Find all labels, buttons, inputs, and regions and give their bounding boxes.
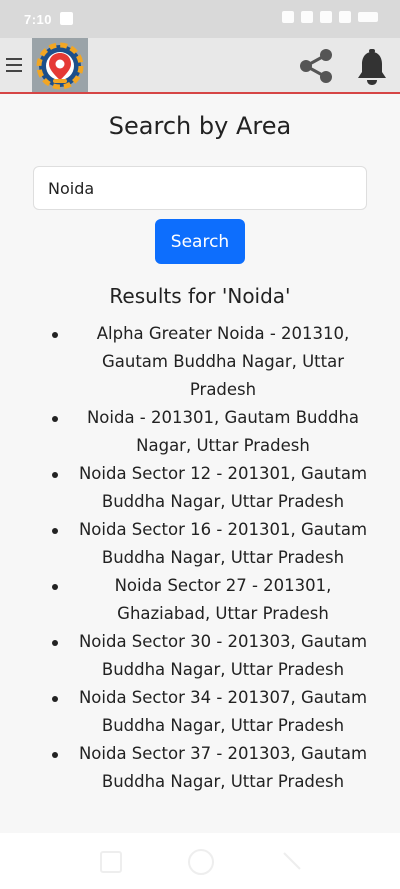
result-item: Noida Sector 37 - 201303, Gautam Buddha … [0, 740, 400, 796]
notification-icon [60, 12, 73, 25]
data-icon [301, 11, 313, 23]
system-nav-bar [0, 833, 400, 889]
result-item: Noida Sector 34 - 201307, Gautam Buddha … [0, 684, 400, 740]
recents-button[interactable] [100, 851, 122, 873]
notifications-button[interactable] [354, 48, 390, 86]
result-item: Noida Sector 12 - 201301, Gautam Buddha … [0, 460, 400, 516]
search-button[interactable]: Search [155, 219, 245, 264]
area-search-input[interactable] [33, 166, 367, 210]
results-list: Alpha Greater Noida - 201310, Gautam Bud… [0, 320, 400, 796]
bell-icon [358, 49, 386, 85]
hamburger-icon [6, 58, 26, 72]
status-time: 7:10 [24, 12, 53, 27]
signal-icon [339, 11, 351, 23]
result-item: Noida - 201301, Gautam Buddha Nagar, Utt… [0, 404, 400, 460]
result-item: Noida Sector 30 - 201303, Gautam Buddha … [0, 628, 400, 684]
app-logo[interactable] [32, 38, 88, 92]
battery-icon [358, 12, 378, 22]
back-button[interactable] [280, 849, 304, 873]
share-button[interactable] [296, 46, 336, 86]
page-title: Search by Area [108, 112, 292, 140]
status-bar: 7:10 [0, 0, 400, 38]
menu-button[interactable] [6, 54, 26, 76]
app-header [0, 38, 400, 94]
back-icon [283, 852, 301, 870]
status-indicators [282, 11, 378, 23]
results-heading: Results for 'Noida' [109, 284, 291, 308]
result-item: Alpha Greater Noida - 201310, Gautam Bud… [0, 320, 400, 404]
result-item: Noida Sector 27 - 201301, Ghaziabad, Utt… [0, 572, 400, 628]
share-icon [300, 49, 332, 83]
home-button[interactable] [188, 849, 214, 875]
alarm-icon [282, 11, 294, 23]
location-pin-logo-icon [36, 42, 84, 90]
result-item: Noida Sector 16 - 201301, Gautam Buddha … [0, 516, 400, 572]
wifi-icon [320, 11, 332, 23]
